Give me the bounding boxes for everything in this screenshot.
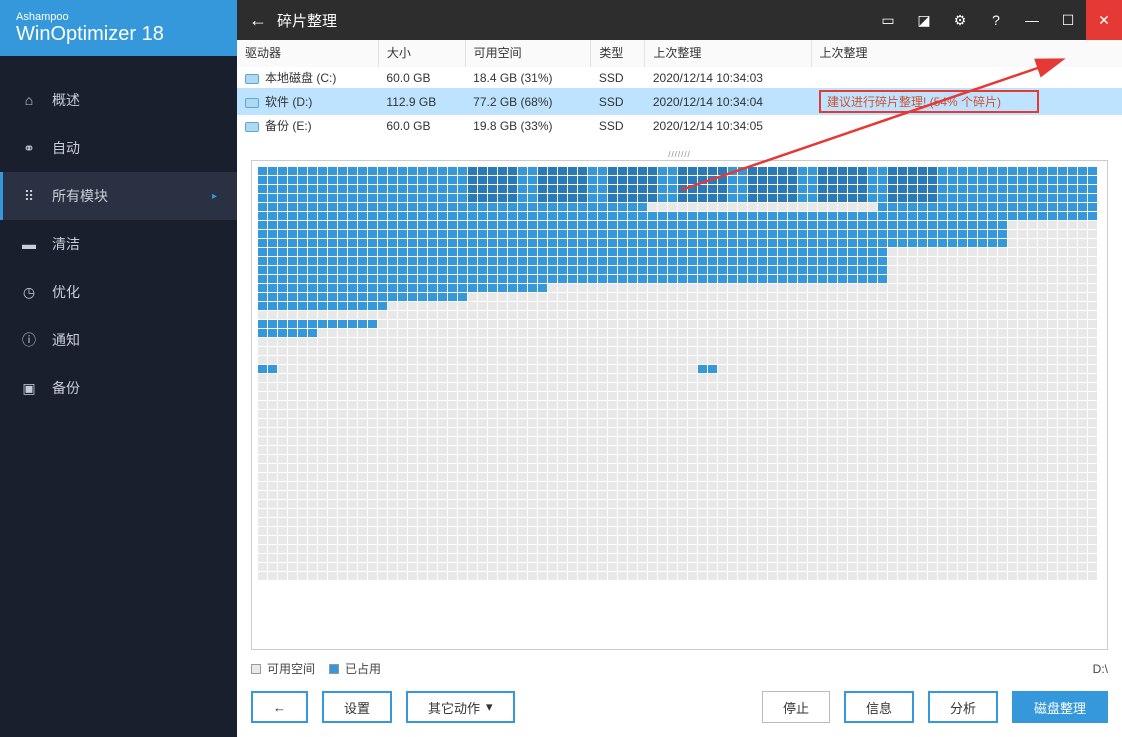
drive-table: 驱动器 大小 可用空间 类型 上次整理 上次整理 本地磁盘 (C:)60.0 G… bbox=[237, 40, 1122, 136]
nav: ⌂ 概述 ⚭ 自动 ⠿ 所有模块 ▸ ▬ 清洁 ◷ 优化 ⓘ 通知 ▣ 备份 bbox=[0, 56, 237, 412]
legend-free-label: 可用空间 bbox=[267, 660, 315, 677]
help-icon[interactable]: ? bbox=[978, 0, 1014, 40]
drive-icon bbox=[245, 74, 259, 84]
note-icon[interactable]: ◪ bbox=[906, 0, 942, 40]
nav-label: 备份 bbox=[52, 378, 80, 398]
nav-label: 通知 bbox=[52, 330, 80, 350]
nav-label: 自动 bbox=[52, 138, 80, 158]
stop-button[interactable]: 停止 bbox=[762, 691, 830, 723]
main-panel: ← 碎片整理 ▭ ◪ ⚙ ? — ☐ ✕ 驱动器 大小 可用空间 类型 上次整理… bbox=[237, 0, 1122, 737]
col-last2[interactable]: 上次整理 bbox=[811, 40, 1122, 67]
legend-free-swatch bbox=[251, 664, 261, 674]
info-button[interactable]: 信息 bbox=[844, 691, 914, 723]
brand-main: WinOptimizer 18 bbox=[16, 23, 221, 46]
clean-icon: ▬ bbox=[20, 235, 38, 253]
nav-label: 清洁 bbox=[52, 234, 80, 254]
nav-item-5[interactable]: ⓘ 通知 bbox=[0, 316, 237, 364]
drive-row[interactable]: 本地磁盘 (C:)60.0 GB18.4 GB (31%)SSD2020/12/… bbox=[237, 67, 1122, 88]
disk-map bbox=[251, 160, 1108, 650]
col-size[interactable]: 大小 bbox=[378, 40, 465, 67]
titlebar: ← 碎片整理 ▭ ◪ ⚙ ? — ☐ ✕ bbox=[237, 0, 1122, 40]
col-last1[interactable]: 上次整理 bbox=[645, 40, 811, 67]
other-actions-button[interactable]: 其它动作 ▾ bbox=[406, 691, 515, 723]
legend-drive: D:\ bbox=[1093, 662, 1108, 676]
sidebar: Ashampoo WinOptimizer 18 ⌂ 概述 ⚭ 自动 ⠿ 所有模块 ▸ ▬ 清洁… bbox=[0, 0, 237, 737]
page-title: 碎片整理 bbox=[277, 10, 337, 31]
app-logo: Ashampoo WinOptimizer 18 bbox=[0, 0, 237, 56]
legend-used-swatch bbox=[329, 664, 339, 674]
col-drive[interactable]: 驱动器 bbox=[237, 40, 378, 67]
nav-item-1[interactable]: ⚭ 自动 bbox=[0, 124, 237, 172]
nav-item-2[interactable]: ⠿ 所有模块 ▸ bbox=[0, 172, 237, 220]
brand-small: Ashampoo bbox=[16, 11, 221, 23]
drive-icon bbox=[245, 122, 259, 132]
back-icon[interactable]: ← bbox=[249, 10, 267, 31]
settings-button[interactable]: 设置 bbox=[322, 691, 392, 723]
drive-row[interactable]: 备份 (E:)60.0 GB19.8 GB (33%)SSD2020/12/14… bbox=[237, 115, 1122, 136]
resize-handle[interactable]: /////// bbox=[251, 150, 1108, 160]
button-bar: ← 设置 其它动作 ▾ 停止 信息 分析 磁盘整理 bbox=[237, 681, 1122, 737]
analyze-button[interactable]: 分析 bbox=[928, 691, 998, 723]
col-free[interactable]: 可用空间 bbox=[465, 40, 591, 67]
auto-icon: ⚭ bbox=[20, 139, 38, 157]
back-button[interactable]: ← bbox=[251, 691, 308, 723]
maximize-icon[interactable]: ☐ bbox=[1050, 0, 1086, 40]
nav-item-6[interactable]: ▣ 备份 bbox=[0, 364, 237, 412]
nav-item-3[interactable]: ▬ 清洁 bbox=[0, 220, 237, 268]
defrag-button[interactable]: 磁盘整理 bbox=[1012, 691, 1108, 723]
content-area: 驱动器 大小 可用空间 类型 上次整理 上次整理 本地磁盘 (C:)60.0 G… bbox=[237, 40, 1122, 737]
nav-label: 优化 bbox=[52, 282, 80, 302]
optimize-icon: ◷ bbox=[20, 283, 38, 301]
nav-item-0[interactable]: ⌂ 概述 bbox=[0, 76, 237, 124]
defrag-recommendation: 建议进行碎片整理! (54% 个碎片) bbox=[819, 90, 1039, 113]
legend: 可用空间 已占用 D:\ bbox=[237, 654, 1122, 681]
drive-row[interactable]: 软件 (D:)112.9 GB77.2 GB (68%)SSD2020/12/1… bbox=[237, 88, 1122, 115]
modules-icon: ⠿ bbox=[20, 187, 38, 205]
chat-icon[interactable]: ▭ bbox=[870, 0, 906, 40]
notify-icon: ⓘ bbox=[20, 331, 38, 349]
minimize-icon[interactable]: — bbox=[1014, 0, 1050, 40]
visualization-area: /////// bbox=[251, 150, 1108, 650]
nav-label: 所有模块 bbox=[52, 186, 108, 206]
home-icon: ⌂ bbox=[20, 91, 38, 109]
other-actions-label: 其它动作 bbox=[428, 698, 480, 717]
nav-label: 概述 bbox=[52, 90, 80, 110]
backup-icon: ▣ bbox=[20, 379, 38, 397]
close-icon[interactable]: ✕ bbox=[1086, 0, 1122, 40]
gear-icon[interactable]: ⚙ bbox=[942, 0, 978, 40]
chevron-down-icon: ▾ bbox=[486, 699, 493, 715]
col-type[interactable]: 类型 bbox=[591, 40, 645, 67]
chevron-right-icon: ▸ bbox=[212, 191, 217, 202]
nav-item-4[interactable]: ◷ 优化 bbox=[0, 268, 237, 316]
legend-used-label: 已占用 bbox=[345, 660, 381, 677]
drive-icon bbox=[245, 98, 259, 108]
